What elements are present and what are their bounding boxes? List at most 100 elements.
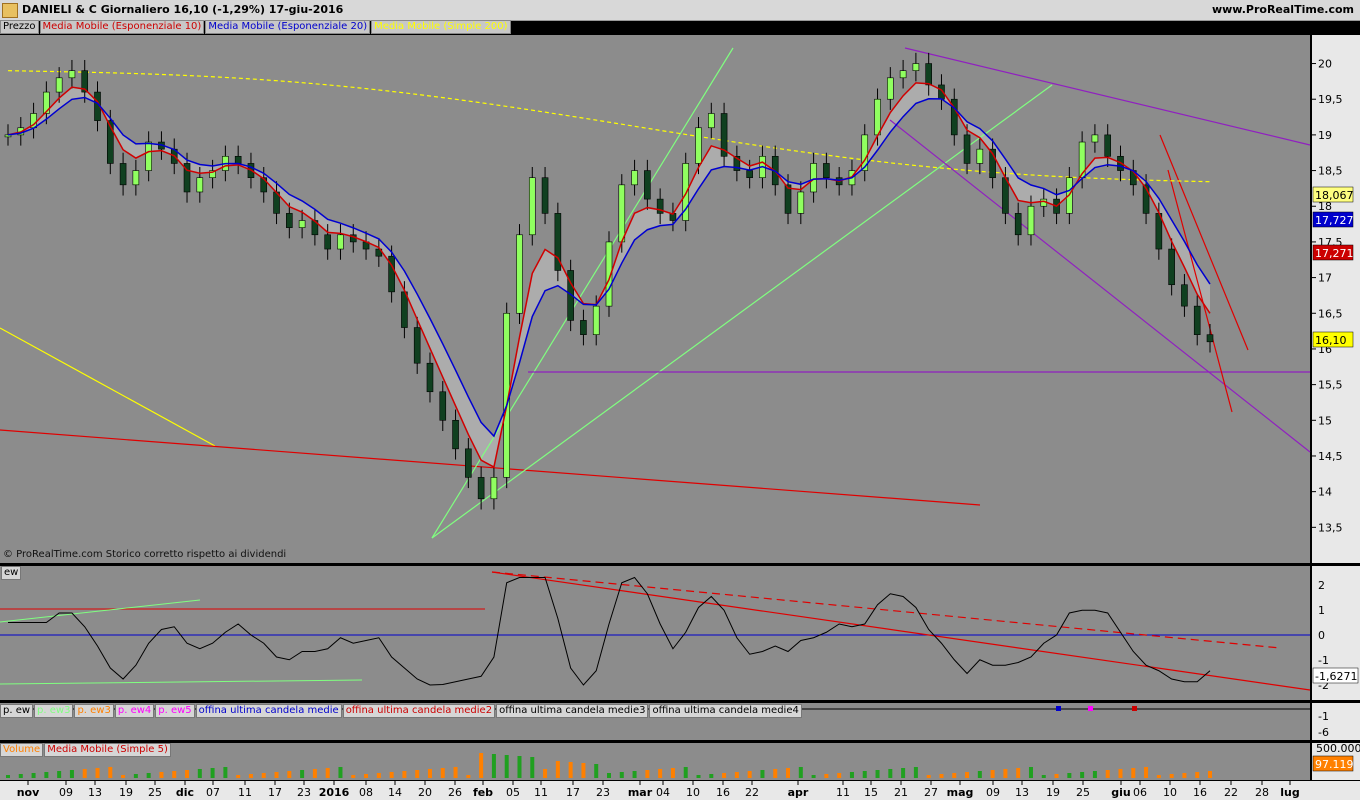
volume-bar	[159, 772, 164, 778]
time-tick-label: 07	[206, 786, 220, 799]
legend-p-ew[interactable]: p. ew	[0, 704, 34, 718]
volume-bar	[146, 773, 151, 778]
time-tick-label: 14	[388, 786, 402, 799]
time-tick-label: mag	[947, 786, 974, 799]
time-tick-label: 16	[1193, 786, 1207, 799]
time-tick-label: giu	[1111, 786, 1130, 799]
volume-bar	[990, 770, 995, 778]
legend-volume[interactable]: Volume	[0, 743, 44, 757]
candle-body	[823, 163, 830, 179]
ew-panel-label[interactable]: ew	[1, 566, 22, 580]
volume-bar	[172, 771, 177, 778]
volume-bar	[824, 774, 829, 778]
legend-p-ew4[interactable]: p. ew4	[114, 704, 155, 718]
price-axis-bg	[1312, 35, 1360, 563]
candle-body	[784, 184, 792, 214]
legend-p-ew3[interactable]: p. ew3	[74, 704, 114, 718]
volume-bar	[1105, 770, 1110, 778]
volume-bar	[440, 768, 445, 778]
time-tick-label: 11	[534, 786, 548, 799]
legend-medie2[interactable]: offina ultima candela medie2	[342, 704, 496, 718]
price-tick-label: 14,5	[1318, 450, 1343, 463]
volume-bar	[926, 775, 931, 778]
volume-bar	[658, 769, 663, 778]
volume-bar	[1080, 772, 1085, 778]
volume-bar	[862, 771, 867, 778]
candle-body	[196, 177, 204, 193]
ew-tick-label: 1	[1318, 604, 1325, 617]
price-tick-label: 16,5	[1318, 307, 1343, 320]
chart-canvas: 2019,51918,51817,51716,51615,51514,51413…	[0, 0, 1360, 800]
candle-body	[490, 477, 498, 500]
candle	[682, 152, 690, 232]
volume-bar	[1003, 769, 1008, 778]
candle-body	[324, 234, 331, 250]
volume-bar	[555, 761, 560, 778]
legend-volume-ma[interactable]: Media Mobile (Simple 5)	[44, 743, 171, 757]
volume-bar	[108, 767, 113, 778]
candle-body	[925, 63, 932, 86]
time-tick-label: 22	[1224, 786, 1238, 799]
volume-tick-label: 500.000	[1316, 742, 1360, 755]
ew-panel-bg	[0, 566, 1310, 700]
volume-bar	[69, 770, 74, 778]
time-tick-label: 19	[119, 786, 133, 799]
price-tick-label: 15,5	[1318, 379, 1343, 392]
time-tick-label: 17	[268, 786, 282, 799]
legend-ema10[interactable]: Media Mobile (Esponenziale 10)	[39, 20, 205, 34]
volume-bar	[312, 769, 317, 778]
volume-bar	[274, 772, 279, 778]
candle-body	[516, 234, 523, 314]
volume-bar	[747, 771, 752, 778]
legend-ema20[interactable]: Media Mobile (Esponenziale 20)	[205, 20, 371, 34]
legend-p-ew2[interactable]: p. ew3	[34, 704, 74, 718]
volume-bar	[952, 773, 957, 778]
legend-price[interactable]: Prezzo	[0, 20, 39, 34]
time-tick-label: dic	[176, 786, 194, 799]
legend-medie[interactable]: offina ultima candela medie	[195, 704, 342, 718]
volume-bar	[236, 775, 241, 778]
volume-bar	[530, 757, 535, 778]
time-tick-label: 23	[596, 786, 610, 799]
time-tick-label: 2016	[319, 786, 350, 799]
volume-bar	[1016, 768, 1021, 778]
candle-body	[899, 70, 907, 79]
candle-body	[976, 148, 984, 164]
time-tick-label: 09	[986, 786, 1000, 799]
price-tick-label: 19,5	[1318, 93, 1343, 106]
candle-body	[401, 291, 408, 328]
time-tick-label: mar	[628, 786, 653, 799]
legend-sma200[interactable]: Media Mobile (Simple 200)	[371, 20, 511, 34]
title-bar: DANIELI & C Giornaliero 16,10 (-1,29%) 1…	[0, 0, 1360, 21]
volume-bar	[760, 770, 765, 778]
time-tick-label: 11	[836, 786, 850, 799]
time-tick-label: nov	[17, 786, 40, 799]
candle-body	[592, 305, 600, 335]
price-tick-label: 13,5	[1318, 521, 1343, 534]
candle-body	[465, 448, 472, 478]
price-tick-label: 14	[1318, 486, 1332, 499]
volume-bar	[798, 767, 803, 778]
price-tag: 17,271	[1315, 247, 1354, 260]
time-tick-label: 21	[894, 786, 908, 799]
volume-tag: 97.119	[1315, 758, 1354, 771]
time-tick-label: 23	[297, 786, 311, 799]
legend-medie4[interactable]: offina ultima candela medie4	[649, 704, 802, 718]
site-link[interactable]: www.ProRealTime.com	[1212, 3, 1354, 16]
legend-p-ew5[interactable]: p. ew5	[155, 704, 195, 718]
volume-bar	[1144, 767, 1149, 778]
candle-body	[119, 163, 127, 186]
candle	[528, 167, 536, 246]
time-axis-bg	[0, 781, 1360, 800]
candle-body	[580, 320, 587, 335]
candle-body	[1104, 134, 1112, 157]
volume-bar	[913, 767, 918, 778]
time-tick-label: 09	[59, 786, 73, 799]
time-tick-label: 28	[1255, 786, 1269, 799]
volume-bar	[709, 774, 714, 778]
volume-bar	[479, 753, 484, 778]
candle-body	[55, 77, 63, 93]
legend-medie3[interactable]: offina ultima candela medie3	[496, 704, 649, 718]
volume-bar	[338, 767, 343, 778]
volume-bar	[965, 772, 970, 778]
